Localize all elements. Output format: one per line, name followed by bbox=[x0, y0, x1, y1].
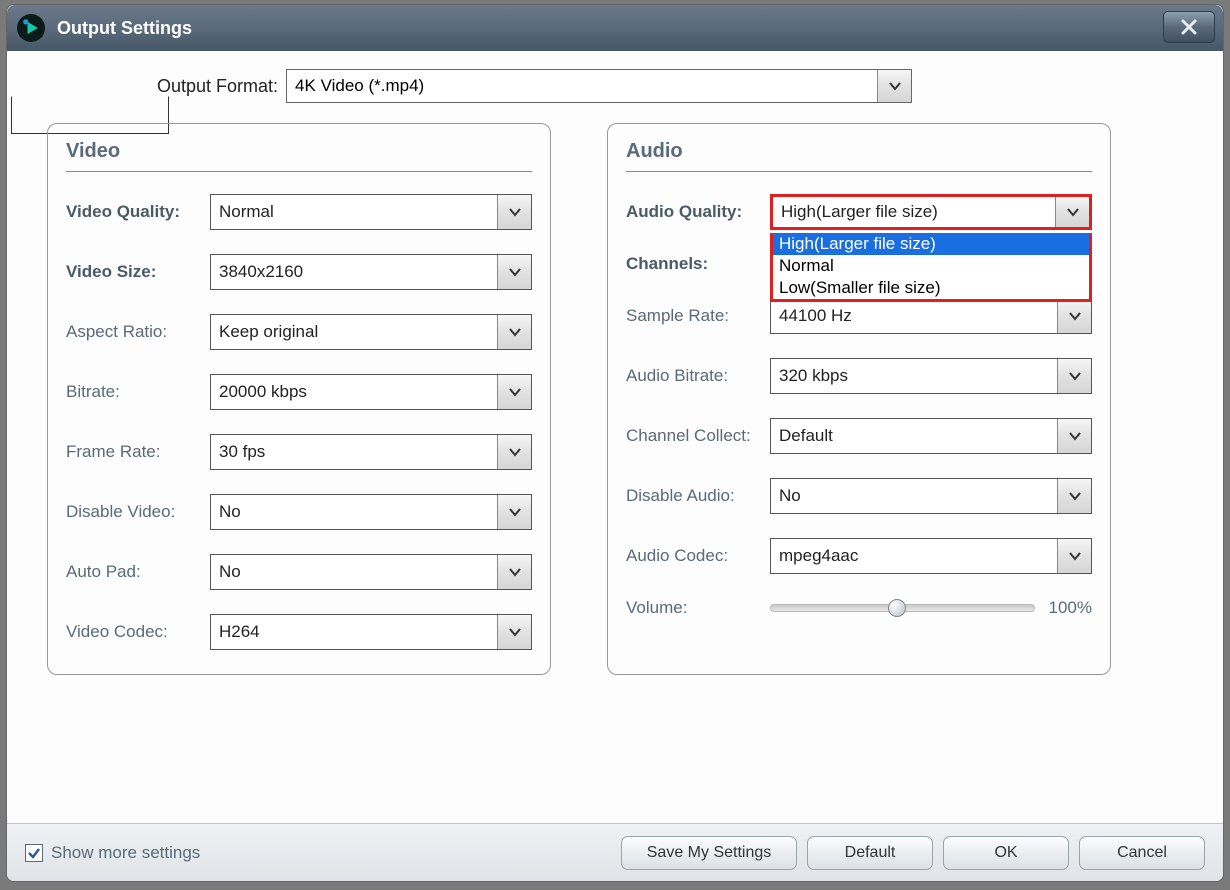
disable-video-label: Disable Video: bbox=[66, 502, 210, 522]
video-title: Video bbox=[66, 140, 532, 172]
channel-collect-label: Channel Collect: bbox=[626, 426, 770, 446]
disable-audio-select[interactable]: No bbox=[770, 478, 1092, 514]
auto-pad-label: Auto Pad: bbox=[66, 562, 210, 582]
chevron-down-icon bbox=[877, 70, 911, 102]
aspect-ratio-select[interactable]: Keep original bbox=[210, 314, 532, 350]
chevron-down-icon bbox=[497, 435, 531, 469]
dialog-footer: Show more settings Save My Settings Defa… bbox=[7, 823, 1223, 881]
disable-audio-label: Disable Audio: bbox=[626, 486, 770, 506]
check-icon bbox=[27, 846, 41, 860]
sample-rate-select[interactable]: 44100 Hz bbox=[770, 298, 1092, 334]
disable-video-select[interactable]: No bbox=[210, 494, 532, 530]
audio-quality-select[interactable]: High(Larger file size) High(Larger file … bbox=[770, 194, 1092, 230]
video-codec-value: H264 bbox=[219, 622, 260, 642]
cancel-button[interactable]: Cancel bbox=[1079, 836, 1205, 870]
chevron-down-icon bbox=[497, 495, 531, 529]
audio-bitrate-value: 320 kbps bbox=[779, 366, 848, 386]
default-button[interactable]: Default bbox=[807, 836, 933, 870]
frame-rate-select[interactable]: 30 fps bbox=[210, 434, 532, 470]
chevron-down-icon bbox=[1057, 359, 1091, 393]
disable-audio-value: No bbox=[779, 486, 801, 506]
frame-rate-value: 30 fps bbox=[219, 442, 265, 462]
bitrate-value: 20000 kbps bbox=[219, 382, 307, 402]
chevron-down-icon bbox=[497, 615, 531, 649]
window-title: Output Settings bbox=[57, 18, 192, 39]
aspect-ratio-label: Aspect Ratio: bbox=[66, 322, 210, 342]
frame-rate-label: Frame Rate: bbox=[66, 442, 210, 462]
output-settings-dialog: Output Settings Output Format: 4K Video … bbox=[6, 4, 1224, 882]
sample-rate-label: Sample Rate: bbox=[626, 306, 770, 326]
save-settings-button[interactable]: Save My Settings bbox=[621, 836, 797, 870]
chevron-down-icon bbox=[497, 375, 531, 409]
sample-rate-value: 44100 Hz bbox=[779, 306, 852, 326]
audio-codec-select[interactable]: mpeg4aac bbox=[770, 538, 1092, 574]
content-area: Output Format: 4K Video (*.mp4) Video Vi… bbox=[7, 51, 1223, 823]
auto-pad-value: No bbox=[219, 562, 241, 582]
audio-bitrate-select[interactable]: 320 kbps bbox=[770, 358, 1092, 394]
channel-collect-select[interactable]: Default bbox=[770, 418, 1092, 454]
chevron-down-icon bbox=[497, 555, 531, 589]
video-quality-value: Normal bbox=[219, 202, 274, 222]
bitrate-label: Bitrate: bbox=[66, 382, 210, 402]
bitrate-select[interactable]: 20000 kbps bbox=[210, 374, 532, 410]
volume-value: 100% bbox=[1049, 598, 1092, 618]
video-quality-label: Video Quality: bbox=[66, 202, 210, 222]
chevron-down-icon bbox=[1057, 299, 1091, 333]
output-format-select[interactable]: 4K Video (*.mp4) bbox=[286, 69, 912, 103]
chevron-down-icon bbox=[497, 255, 531, 289]
close-button[interactable] bbox=[1163, 11, 1215, 43]
chevron-down-icon bbox=[1057, 539, 1091, 573]
chevron-down-icon bbox=[497, 195, 531, 229]
output-format-value: 4K Video (*.mp4) bbox=[295, 76, 424, 96]
video-codec-select[interactable]: H264 bbox=[210, 614, 532, 650]
video-size-select[interactable]: 3840x2160 bbox=[210, 254, 532, 290]
video-codec-label: Video Codec: bbox=[66, 622, 210, 642]
audio-quality-label: Audio Quality: bbox=[626, 202, 770, 222]
chevron-down-icon bbox=[1055, 197, 1089, 227]
ok-button[interactable]: OK bbox=[943, 836, 1069, 870]
app-icon bbox=[17, 14, 45, 42]
auto-pad-select[interactable]: No bbox=[210, 554, 532, 590]
audio-fieldset: Audio Audio Quality: High(Larger file si… bbox=[607, 123, 1111, 675]
show-more-label: Show more settings bbox=[51, 843, 200, 863]
audio-quality-option-normal[interactable]: Normal bbox=[773, 255, 1089, 277]
audio-quality-dropdown: High(Larger file size) Normal Low(Smalle… bbox=[770, 233, 1092, 302]
video-quality-select[interactable]: Normal bbox=[210, 194, 532, 230]
titlebar: Output Settings bbox=[7, 5, 1223, 51]
channel-collect-value: Default bbox=[779, 426, 833, 446]
volume-slider-thumb[interactable] bbox=[888, 599, 906, 617]
audio-codec-value: mpeg4aac bbox=[779, 546, 858, 566]
output-format-label: Output Format: bbox=[157, 76, 278, 97]
audio-title: Audio bbox=[626, 140, 1092, 172]
volume-label: Volume: bbox=[626, 598, 770, 618]
audio-quality-option-low[interactable]: Low(Smaller file size) bbox=[773, 277, 1089, 299]
aspect-ratio-value: Keep original bbox=[219, 322, 318, 342]
output-format-row: Output Format: 4K Video (*.mp4) bbox=[157, 69, 1183, 103]
video-size-label: Video Size: bbox=[66, 262, 210, 282]
close-icon bbox=[1179, 17, 1199, 37]
audio-quality-value: High(Larger file size) bbox=[781, 202, 938, 222]
channels-label: Channels: bbox=[626, 254, 770, 274]
audio-bitrate-label: Audio Bitrate: bbox=[626, 366, 770, 386]
show-more-checkbox[interactable] bbox=[25, 844, 43, 862]
video-fieldset: Video Video Quality: Normal Video Size: … bbox=[47, 123, 551, 675]
audio-codec-label: Audio Codec: bbox=[626, 546, 770, 566]
volume-slider[interactable] bbox=[770, 604, 1035, 612]
disable-video-value: No bbox=[219, 502, 241, 522]
audio-quality-option-high[interactable]: High(Larger file size) bbox=[773, 233, 1089, 255]
chevron-down-icon bbox=[1057, 419, 1091, 453]
video-size-value: 3840x2160 bbox=[219, 262, 303, 282]
chevron-down-icon bbox=[1057, 479, 1091, 513]
chevron-down-icon bbox=[497, 315, 531, 349]
